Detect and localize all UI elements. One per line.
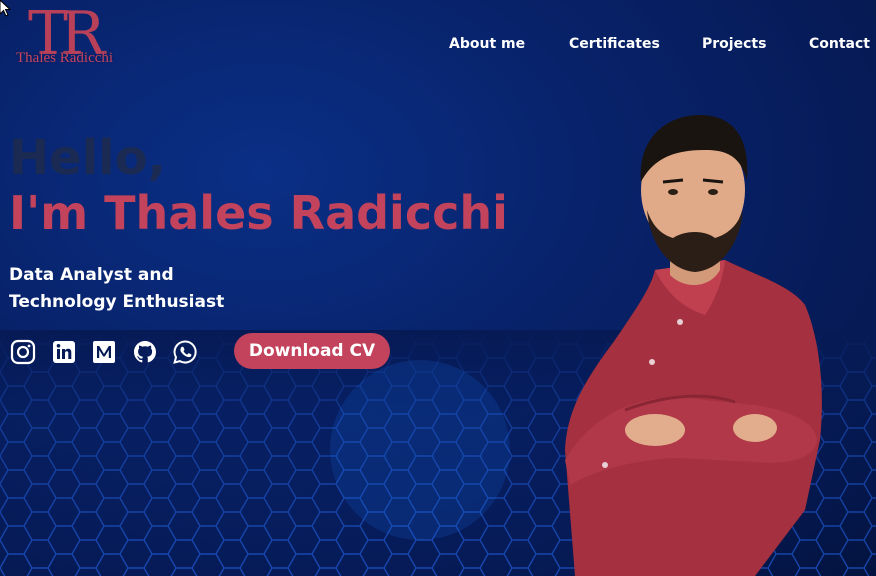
linkedin-icon[interactable] [51,339,77,365]
github-icon[interactable] [132,339,158,365]
hero-greeting: Hello, [9,130,166,186]
whatsapp-icon[interactable] [172,339,198,365]
hero-subtitle-line1: Data Analyst and [9,265,174,285]
hero-headline: I'm Thales Radicchi [9,186,508,240]
hero-subtitle: Data Analyst and Technology Enthusiast [9,262,224,316]
nav-projects[interactable]: Projects [702,36,766,52]
instagram-icon[interactable] [10,339,36,365]
nav-certificates[interactable]: Certificates [569,36,660,52]
nav-contact[interactable]: Contact [809,36,870,52]
hero-subtitle-line2: Technology Enthusiast [9,292,225,312]
profile-photo [565,115,822,576]
download-cv-button[interactable]: Download CV [234,333,390,369]
nav-about-me[interactable]: About me [449,36,525,52]
medium-icon[interactable] [91,339,117,365]
main-nav: About me Certificates Projects Contact [0,36,876,56]
mouse-cursor-icon [0,0,12,17]
